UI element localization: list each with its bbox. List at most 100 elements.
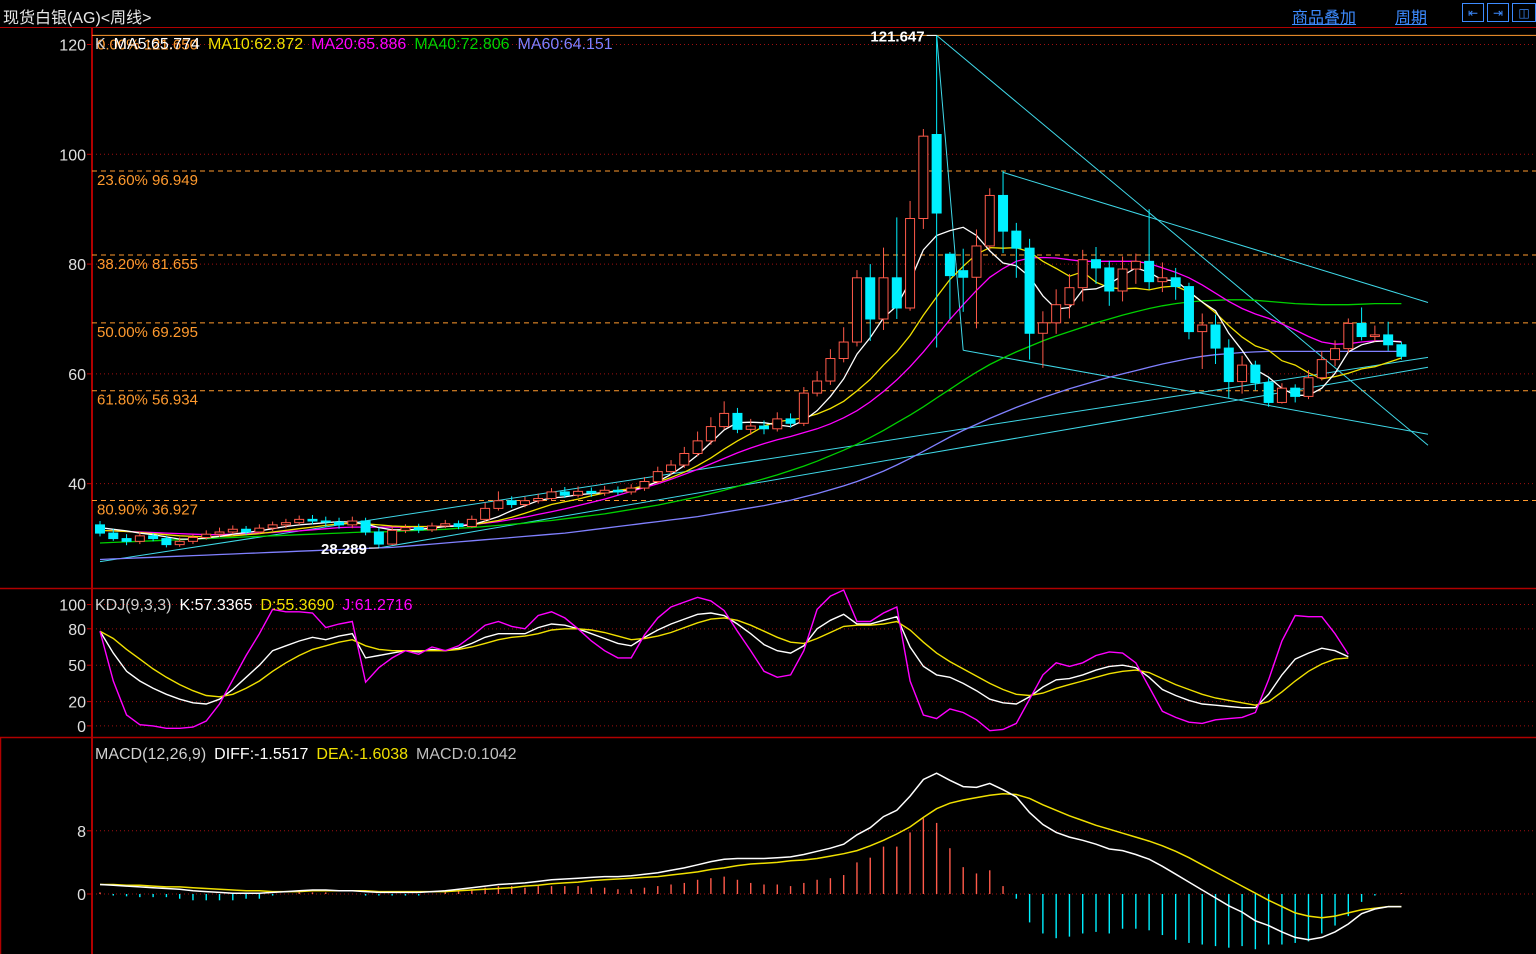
candle-up [905, 218, 916, 309]
candle-down [865, 277, 876, 320]
kdj-legend-label: KDJ(9,3,3) [95, 597, 171, 614]
candle-down [931, 134, 942, 214]
candle-up [427, 525, 437, 531]
candle-down [241, 528, 252, 533]
macd-legend-value: DIFF:-1.5517 [214, 746, 308, 763]
price-tick-label: 40 [68, 477, 86, 494]
candle-up [347, 520, 358, 526]
candle-down [1091, 259, 1101, 269]
macd-tick-label: 0 [77, 887, 86, 904]
candle-up [440, 523, 451, 527]
candle-up [267, 524, 278, 529]
candle-down [1210, 324, 1221, 349]
candle-up [1330, 348, 1341, 361]
candle-down [1290, 387, 1301, 397]
trend-line [963, 349, 1429, 435]
candle-up [480, 507, 491, 520]
candle-down [320, 520, 331, 523]
candle-down [1383, 334, 1394, 346]
price-annotation: 121.647 [870, 28, 924, 45]
candle-down [307, 518, 318, 522]
candle-down [148, 535, 159, 540]
price-tick-label: 120 [59, 37, 86, 54]
candle-up [546, 491, 557, 500]
kdj-legend-value: K:57.3365 [179, 597, 252, 614]
candle-down [785, 418, 796, 424]
candle-down [944, 253, 955, 277]
candle-up [466, 518, 477, 528]
candle-down [108, 532, 119, 540]
ma60-line [99, 350, 1402, 561]
candle-up [838, 341, 849, 360]
candle-down [612, 489, 623, 493]
candle-up [1051, 304, 1062, 324]
macd-tick-label: 8 [77, 824, 86, 841]
candle-down [1396, 344, 1407, 357]
fib-level-label: 80.90% 36.927 [97, 502, 198, 519]
candle-up [1316, 359, 1327, 379]
candle-up [798, 392, 809, 424]
kdj-tick-label: 20 [68, 695, 86, 712]
macd-legend-value: DEA:-1.6038 [316, 746, 408, 763]
price-annotation: 28.289 [321, 541, 367, 558]
kdj-tick-label: 100 [59, 598, 86, 615]
kdj-tick-label: 0 [77, 719, 86, 736]
candle-up [400, 527, 411, 531]
candle-up [666, 464, 677, 473]
ma-legend-value: MA5:65.774 [114, 36, 200, 53]
candle-down [1011, 230, 1022, 249]
candle-up [825, 358, 836, 382]
ma-legend-label: K [95, 36, 106, 53]
ma10-line [99, 246, 1402, 538]
price-tick-label: 80 [68, 257, 86, 274]
candle-up [599, 489, 610, 494]
candle-down [1104, 267, 1115, 292]
candle-up [918, 135, 929, 220]
fib-level-label: 38.20% 81.655 [97, 256, 198, 273]
candle-down [334, 521, 345, 526]
candle-up [652, 471, 663, 482]
candle-up [772, 418, 783, 430]
candle-up [573, 490, 584, 496]
candle-up [1130, 260, 1141, 270]
kdj-d-line [99, 617, 1349, 706]
fib-level-label: 23.60% 96.949 [97, 172, 198, 189]
candle-down [121, 538, 132, 542]
candle-up [533, 498, 544, 502]
kdj-legend-value: J:61.2716 [342, 597, 412, 614]
trend-line [936, 35, 1429, 446]
price-tick-label: 60 [68, 367, 86, 384]
chart-canvas[interactable]: 1201008060401008050200800.00% 121.65023.… [0, 0, 1536, 954]
candle-up [174, 540, 185, 546]
ma20-line [99, 256, 1402, 536]
kdj-tick-label: 80 [68, 622, 86, 639]
kdj-legend: KDJ(9,3,3) K:57.3365 D:55.3690 J:61.2716 [95, 597, 413, 614]
candle-up [705, 426, 716, 442]
candle-down [1223, 347, 1234, 383]
candle-up [812, 380, 823, 394]
candle-down [559, 491, 570, 496]
candle-down [958, 270, 969, 278]
candle-up [1237, 364, 1248, 383]
candle-up [719, 412, 730, 428]
candle-up [1157, 277, 1168, 283]
candle-up [493, 500, 504, 509]
candle-up [1369, 334, 1380, 338]
ma-legend-value: MA60:64.151 [518, 36, 613, 53]
macd-legend: MACD(12,26,9) DIFF:-1.5517 DEA:-1.6038 MACD… [95, 746, 517, 763]
candle-up [1343, 322, 1354, 350]
ma-legend-value: MA10:62.872 [208, 36, 303, 53]
candle-down [161, 538, 172, 546]
candle-down [1250, 364, 1261, 384]
candle-up [294, 518, 305, 524]
ma-legend: K MA5:65.774 MA10:62.872 MA20:65.886 MA40:72… [95, 36, 613, 53]
candle-down [360, 520, 371, 533]
ma5-line [99, 226, 1402, 540]
candle-up [1037, 322, 1048, 334]
candle-down [373, 531, 384, 545]
candle-down [891, 277, 902, 309]
fib-level-label: 61.80% 56.934 [97, 392, 198, 409]
candle-up [1064, 287, 1075, 306]
candle-down [1170, 277, 1181, 288]
candle-down [1183, 286, 1194, 333]
